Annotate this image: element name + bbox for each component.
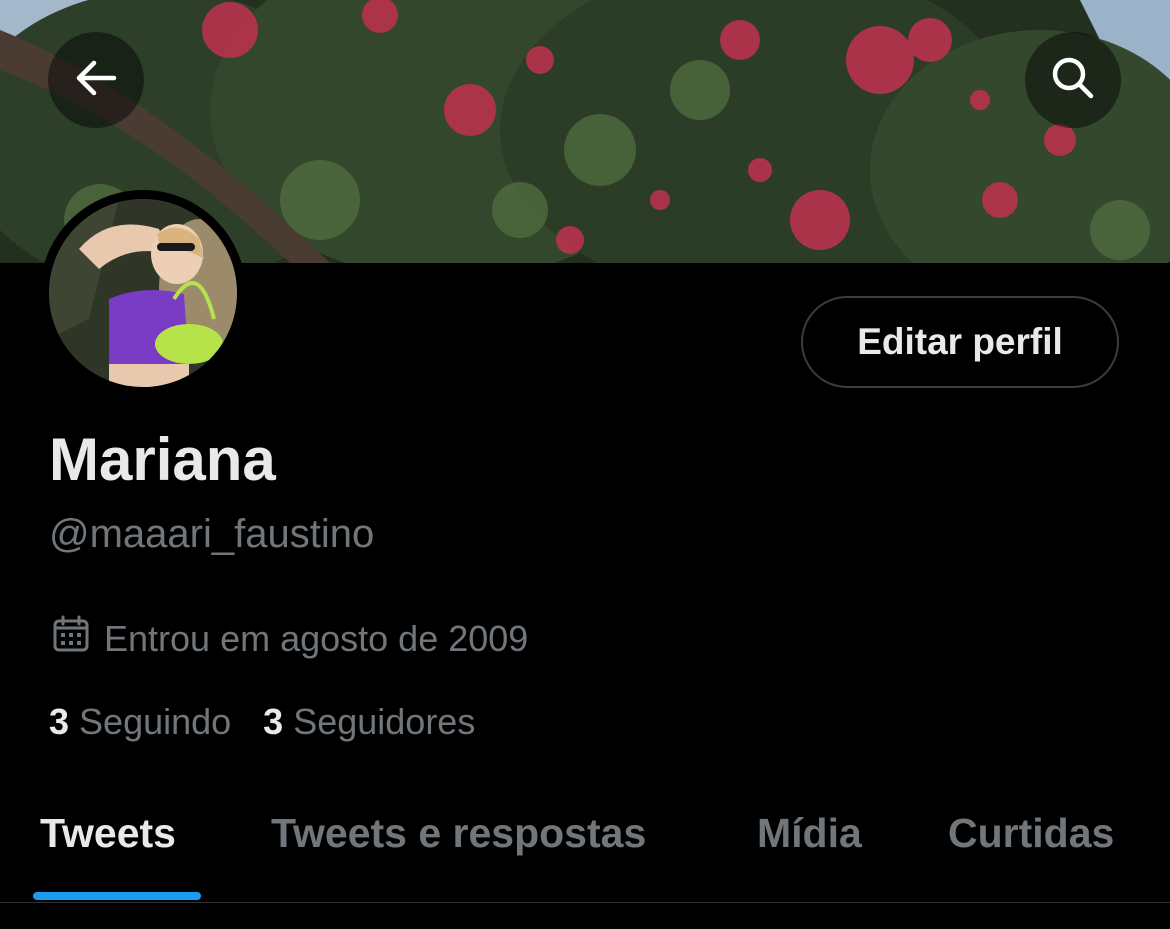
edit-profile-button[interactable]: Editar perfil bbox=[801, 296, 1119, 388]
tab-media[interactable]: Mídia bbox=[757, 810, 862, 857]
following-label: Seguindo bbox=[79, 701, 232, 742]
avatar[interactable] bbox=[49, 199, 237, 387]
following-link[interactable]: 3 Seguindo bbox=[49, 701, 231, 743]
search-button[interactable] bbox=[1025, 32, 1121, 128]
profile-tabs: Tweets Tweets e respostas Mídia Curtidas bbox=[0, 790, 1170, 903]
avatar-photo bbox=[49, 199, 237, 387]
follow-stats: 3 Seguindo 3 Seguidores bbox=[49, 701, 475, 743]
back-button[interactable] bbox=[48, 32, 144, 128]
followers-link[interactable]: 3 Seguidores bbox=[263, 701, 475, 743]
tab-likes[interactable]: Curtidas bbox=[948, 810, 1114, 857]
followers-count: 3 bbox=[263, 701, 284, 742]
join-date: Entrou em agosto de 2009 bbox=[52, 615, 528, 662]
active-tab-indicator bbox=[33, 892, 201, 900]
search-icon bbox=[1049, 54, 1097, 107]
followers-label: Seguidores bbox=[293, 701, 476, 742]
arrow-left-icon bbox=[74, 58, 118, 103]
tab-tweets[interactable]: Tweets bbox=[40, 810, 176, 857]
display-name: Mariana bbox=[49, 426, 276, 493]
join-date-text: Entrou em agosto de 2009 bbox=[104, 617, 529, 659]
following-count: 3 bbox=[49, 701, 70, 742]
username-handle: @maaari_faustino bbox=[49, 512, 375, 556]
calendar-icon bbox=[52, 615, 90, 662]
tab-tweets-and-replies[interactable]: Tweets e respostas bbox=[271, 810, 646, 857]
